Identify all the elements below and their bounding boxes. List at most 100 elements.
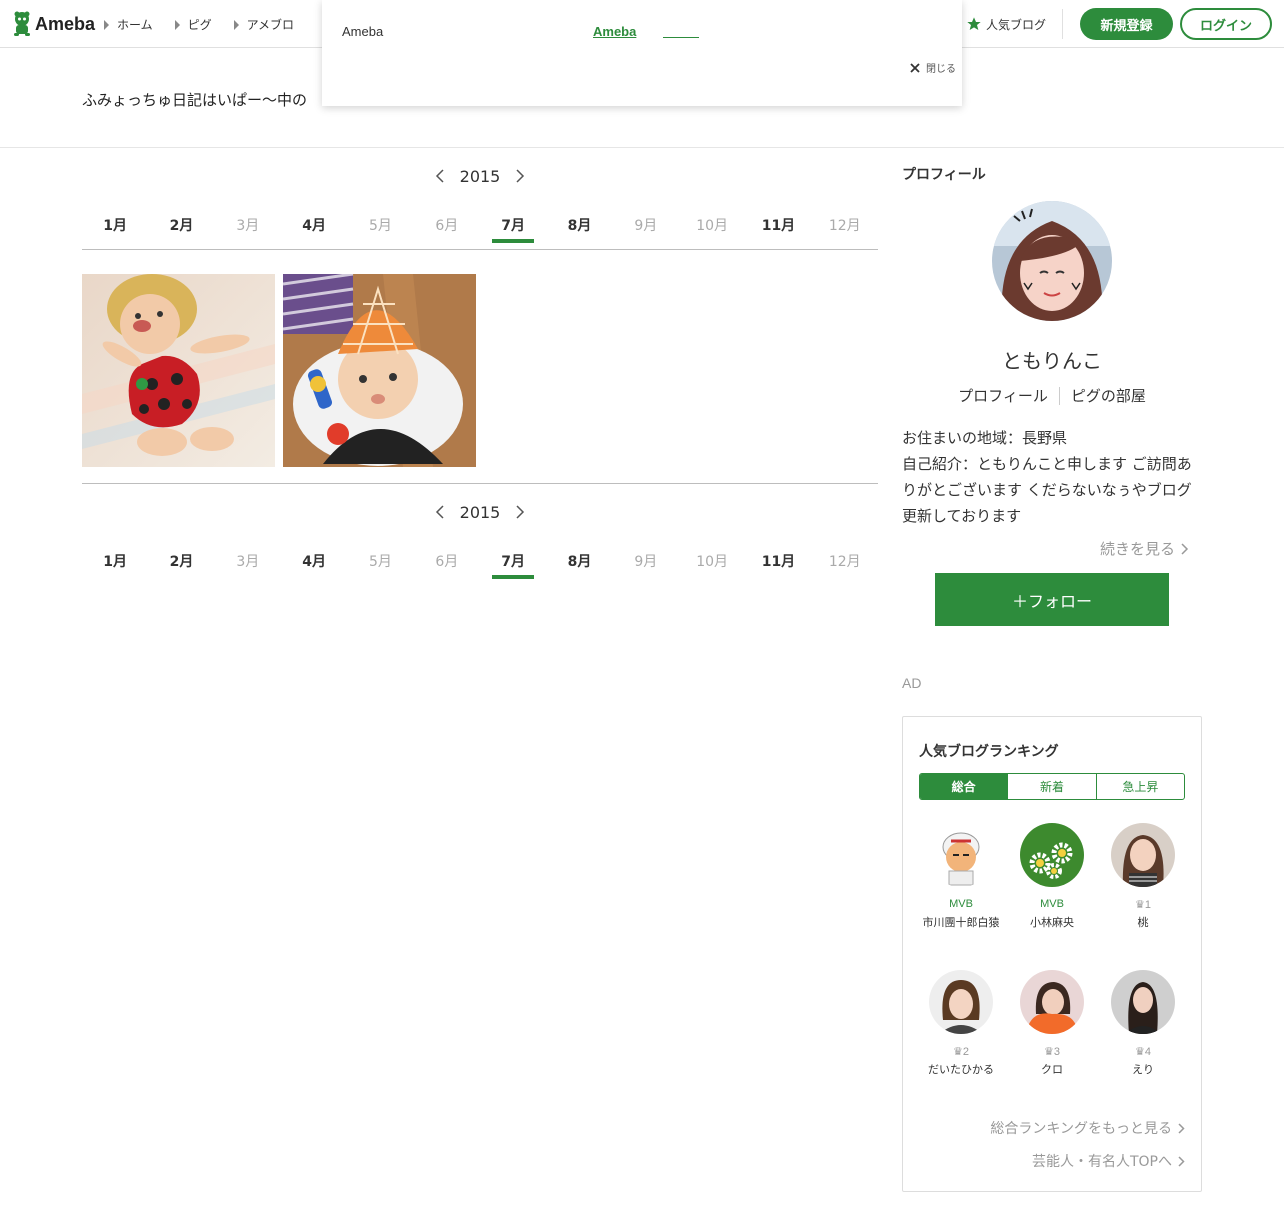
prev-year-button[interactable] bbox=[430, 166, 450, 186]
follow-button[interactable]: ＋フォロー bbox=[935, 573, 1169, 626]
divider bbox=[0, 147, 1284, 148]
ranking-name: えり bbox=[1132, 1063, 1154, 1076]
rank-number: 3 bbox=[1053, 1046, 1060, 1058]
ranking-avatar bbox=[929, 823, 993, 887]
triangle-right-icon bbox=[233, 19, 239, 30]
header-actions: 人気ブログ 新規登録 ログイン bbox=[966, 8, 1272, 40]
breadcrumb-home[interactable]: ホーム bbox=[104, 16, 153, 33]
month-tab[interactable]: 4月 bbox=[281, 545, 347, 579]
profile-intro: 自己紹介：ともりんこと申します ご訪問ありがとございます くだらないなぅやブログ… bbox=[902, 455, 1192, 525]
next-year-button[interactable] bbox=[510, 166, 530, 186]
signup-button[interactable]: 新規登録 bbox=[1080, 8, 1173, 40]
popular-blog-link[interactable]: 人気ブログ bbox=[966, 9, 1063, 39]
profile-avatar-image bbox=[992, 201, 1112, 321]
rank-number: 1 bbox=[1144, 899, 1151, 911]
breadcrumb-pigg[interactable]: ピグ bbox=[174, 16, 212, 33]
next-year-button[interactable] bbox=[510, 502, 530, 522]
year-label: 2015 bbox=[459, 502, 501, 522]
ranking-avatar bbox=[1111, 970, 1175, 1034]
popup-close-label: 閉じる bbox=[926, 64, 956, 75]
profile-link[interactable]: プロフィール bbox=[947, 385, 1059, 406]
rank-number: 2 bbox=[962, 1046, 969, 1058]
ranking-box: 人気ブログランキング 総合 新着 急上昇 MVB 市川團十郎白猿 MVB 小林麻… bbox=[902, 716, 1202, 1192]
ranking-badge: ♛4 bbox=[1103, 1045, 1183, 1059]
month-tab[interactable]: 7月 bbox=[480, 209, 546, 243]
ranking-tabs: 総合 新着 急上昇 bbox=[919, 773, 1185, 800]
ranking-avatar bbox=[1020, 823, 1084, 887]
chevron-right-icon bbox=[516, 169, 525, 183]
popup-link[interactable]: Ameba bbox=[593, 24, 636, 39]
photo-thumbnail[interactable] bbox=[82, 274, 275, 467]
ranking-avatar bbox=[1020, 970, 1084, 1034]
celebrity-top-label: 芸能人・有名人TOPへ bbox=[1031, 1154, 1172, 1170]
profile-avatar[interactable] bbox=[992, 201, 1112, 321]
month-tab[interactable]: 4月 bbox=[281, 209, 347, 243]
month-tab[interactable]: 7月 bbox=[480, 545, 546, 579]
month-tab: 12月 bbox=[828, 554, 861, 570]
ranking-name: 桃 bbox=[1137, 916, 1149, 929]
month-tab: 5月 bbox=[369, 554, 392, 570]
more-ranking-label: 総合ランキングをもっと見る bbox=[990, 1121, 1172, 1137]
popup-close-button[interactable]: 閉じる bbox=[910, 60, 956, 75]
month-tab[interactable]: 11月 bbox=[745, 545, 811, 579]
breadcrumb-label: ホーム bbox=[117, 18, 153, 32]
profile-name[interactable]: ともりんこ bbox=[902, 345, 1202, 374]
month-tab[interactable]: 1月 bbox=[82, 209, 148, 243]
month-tab: 12月 bbox=[828, 218, 861, 234]
profile-region: お住まいの地域：長野県 bbox=[902, 429, 1068, 447]
ranking-avatar bbox=[1111, 823, 1175, 887]
woman-portrait-icon bbox=[1020, 970, 1084, 1034]
crown-icon: ♛ bbox=[1135, 899, 1145, 911]
month-tab[interactable]: 2月 bbox=[148, 209, 214, 243]
ranking-item[interactable]: ♛2 だいたひかる bbox=[921, 970, 1001, 1077]
profile-links: プロフィール ピグの部屋 bbox=[902, 385, 1202, 406]
month-tab: 3月 bbox=[236, 554, 260, 570]
read-more-link[interactable]: 続きを見る bbox=[1100, 538, 1189, 559]
crown-icon: ♛ bbox=[1044, 1046, 1054, 1058]
tab-overall[interactable]: 総合 bbox=[920, 774, 1009, 799]
popup-link-underline[interactable] bbox=[663, 37, 699, 38]
chevron-right-icon bbox=[1178, 1122, 1185, 1134]
month-tabs-bottom: 1月 2月 3月 4月 5月 6月 7月 8月 9月 10月 11月 12月 bbox=[82, 545, 878, 585]
ranking-item[interactable]: ♛4 えり bbox=[1103, 970, 1183, 1077]
month-tab[interactable]: 8月 bbox=[546, 209, 612, 243]
month-tab: 9月 bbox=[634, 554, 658, 570]
rank-number: 4 bbox=[1144, 1046, 1151, 1058]
month-tab[interactable]: 11月 bbox=[745, 209, 811, 243]
ranking-badge: ♛2 bbox=[921, 1045, 1001, 1059]
ranking-item[interactable]: ♛1 桃 bbox=[1103, 823, 1183, 930]
month-tab: 9月 bbox=[634, 218, 658, 234]
celebrity-top-link[interactable]: 芸能人・有名人TOPへ bbox=[1032, 1151, 1185, 1171]
month-tab: 10月 bbox=[696, 218, 729, 234]
ranking-item[interactable]: ♛3 クロ bbox=[1012, 970, 1092, 1077]
prev-year-button[interactable] bbox=[430, 502, 450, 522]
woman-portrait-icon bbox=[1111, 970, 1175, 1034]
woman-portrait-icon bbox=[1111, 823, 1175, 887]
ranking-badge: MVB bbox=[1040, 898, 1064, 910]
ranking-badge: MVB bbox=[949, 898, 973, 910]
popular-blog-label: 人気ブログ bbox=[985, 17, 1046, 32]
breadcrumb: ホーム ピグ アメブロ bbox=[104, 16, 294, 33]
month-tab[interactable]: 1月 bbox=[82, 545, 148, 579]
ranking-item[interactable]: MVB 小林麻央 bbox=[1012, 823, 1092, 930]
more-ranking-link[interactable]: 総合ランキングをもっと見る bbox=[990, 1118, 1185, 1138]
photo-thumbnail[interactable] bbox=[283, 274, 476, 467]
month-tab[interactable]: 8月 bbox=[546, 545, 612, 579]
login-button[interactable]: ログイン bbox=[1180, 8, 1272, 40]
tab-rising[interactable]: 急上昇 bbox=[1097, 774, 1184, 799]
month-tab[interactable]: 2月 bbox=[148, 545, 214, 579]
ameba-logo[interactable]: Ameba bbox=[12, 11, 95, 37]
profile-heading: プロフィール bbox=[902, 167, 986, 183]
breadcrumb-ameblo[interactable]: アメブロ bbox=[233, 16, 294, 33]
pigg-room-link[interactable]: ピグの部屋 bbox=[1060, 385, 1157, 406]
triangle-right-icon bbox=[174, 19, 180, 30]
ranking-badge: ♛3 bbox=[1012, 1045, 1092, 1059]
daisy-flower-icon bbox=[1020, 823, 1084, 887]
ranking-badge: ♛1 bbox=[1103, 898, 1183, 912]
baby-net-hat-photo bbox=[283, 274, 476, 467]
blog-title[interactable]: ふみょっちゅ日記はいぱー〜中の bbox=[82, 89, 307, 110]
ranking-item[interactable]: MVB 市川團十郎白猿 bbox=[921, 823, 1001, 930]
chevron-right-icon bbox=[516, 505, 525, 519]
tab-new[interactable]: 新着 bbox=[1008, 774, 1097, 799]
crown-icon: ♛ bbox=[1135, 1046, 1145, 1058]
